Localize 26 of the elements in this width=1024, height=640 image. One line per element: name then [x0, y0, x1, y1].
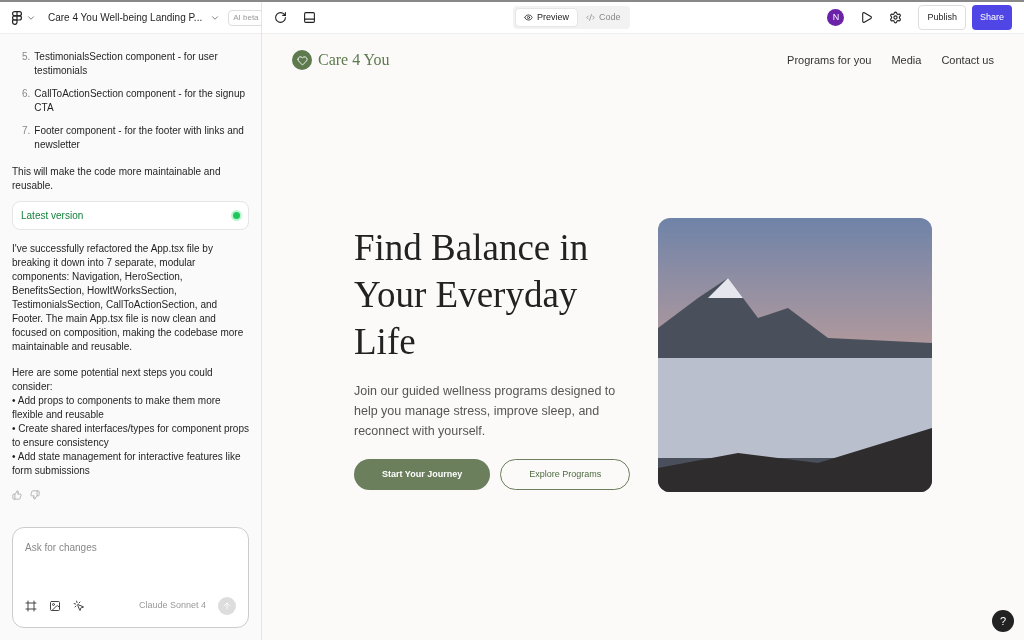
- list-number: 6.: [22, 87, 31, 101]
- view-tab[interactable]: Code: [577, 7, 629, 28]
- chat-message: Here are some potential next steps you could consider: • Add props to components to make them more flexible and reusable • Create shared interfaces/types for component props to ensure consistency • Add state management for interactive features like form submissions: [12, 366, 249, 478]
- nav-link[interactable]: Contact us: [941, 51, 994, 69]
- hero-headline: Find Balance in Your Everyday Life: [354, 226, 590, 364]
- chat-message: I've successfully refactored the App.tsx file by breaking it down into 7 separate, modular components: Navigation, HeroSection, BenefitsSection, HowItWorksSection, TestimonialsSection, CallToActionSection, and Footer. The main App.tsx file is now clean and focused on composition, making the codebase more maintainable and reusable.: [12, 242, 245, 354]
- chat-message: This will make the code more maintainable and reusable.: [12, 165, 222, 193]
- list-item-text: TestimonialsSection component - for user testimonials: [34, 50, 219, 78]
- version-label: Latest version: [21, 208, 84, 223]
- nav-link[interactable]: Programs for you: [787, 51, 872, 69]
- nav-link[interactable]: Media: [891, 51, 922, 69]
- start-button[interactable]: Start Your Journey: [354, 459, 491, 490]
- view-tab[interactable]: Preview: [514, 7, 578, 28]
- brand-name[interactable]: Care 4 You: [318, 48, 390, 72]
- user-avatar[interactable]: N: [827, 9, 845, 26]
- version-card[interactable]: Latest version: [12, 201, 249, 230]
- publish-button[interactable]: Publish: [918, 4, 966, 31]
- help-button[interactable]: ?: [992, 610, 1014, 632]
- list-number: 7.: [22, 124, 31, 138]
- hero-subtitle: Join our guided wellness programs designed to help you manage stress, improve sleep, and reconnect with yourself.: [354, 383, 617, 440]
- project-title: Care 4 You Well-being Landing P...: [48, 11, 203, 25]
- list-item-text: Footer component - for the footer with links and newsletter: [34, 124, 245, 152]
- list-number: 5.: [22, 50, 31, 64]
- list-item-text: CallToActionSection component - for the signup CTA: [34, 87, 247, 115]
- chat-input[interactable]: Ask for changes: [25, 540, 236, 555]
- share-button[interactable]: Share: [971, 4, 1012, 31]
